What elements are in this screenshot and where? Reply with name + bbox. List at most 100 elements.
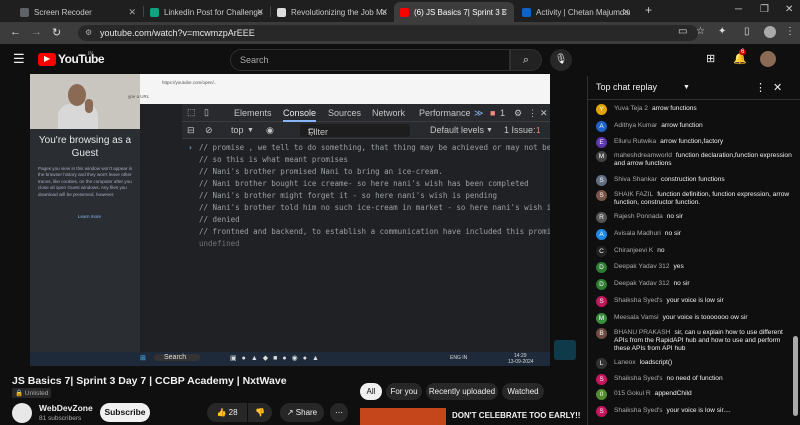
devtools-tab-performance[interactable]: Performance: [419, 104, 471, 122]
chat-author[interactable]: Deepak Yadav 312: [614, 263, 669, 270]
more-menu-icon[interactable]: ⋮: [785, 26, 795, 37]
share-button[interactable]: ↗ Share: [280, 403, 324, 422]
issues-button[interactable]: 1 Issue:: [504, 122, 536, 139]
devtools-tab-network[interactable]: Network: [372, 104, 405, 122]
chat-avatar[interactable]: E: [596, 137, 607, 148]
chat-author[interactable]: Elluru Rutwika: [614, 138, 656, 145]
close-icon[interactable]: ✕: [380, 7, 388, 18]
channel-name[interactable]: WebDevZone: [39, 403, 93, 413]
chat-author[interactable]: Adithya Kumar: [614, 122, 657, 129]
browser-tab[interactable]: Screen Recoder ✕: [14, 2, 142, 22]
chat-more-icon[interactable]: ⋮: [755, 81, 766, 94]
chat-author[interactable]: Laneox: [614, 359, 636, 366]
devtools-tab-elements[interactable]: Elements: [234, 104, 272, 122]
chat-avatar[interactable]: M: [596, 313, 607, 324]
browser-tab[interactable]: LinkedIn Post for Challenge ✕: [144, 2, 270, 22]
video-player[interactable]: You're browsing as a Guest Pages you vie…: [30, 74, 550, 366]
chat-mode-dropdown[interactable]: Top chat replay: [596, 82, 657, 92]
window-close-icon[interactable]: ✕: [785, 4, 793, 15]
chat-avatar[interactable]: S: [596, 374, 607, 385]
chat-avatar[interactable]: D: [596, 279, 607, 290]
hamburger-menu-icon[interactable]: ☰: [13, 51, 25, 67]
chat-avatar[interactable]: A: [596, 121, 607, 132]
chat-avatar[interactable]: S: [596, 190, 607, 201]
browser-tab-active[interactable]: (6) JS Basics 7| Sprint 3 Day ✕: [394, 2, 514, 22]
chat-author[interactable]: BHANU PRAKASH: [614, 329, 670, 336]
chat-avatar[interactable]: R: [596, 212, 607, 223]
chat-avatar[interactable]: Y: [596, 104, 607, 115]
extensions-icon[interactable]: ✦: [718, 26, 726, 37]
chat-author[interactable]: Rajesh Ponnada: [614, 213, 663, 220]
more-tabs-icon[interactable]: ≫: [474, 104, 483, 122]
recommended-thumbnail[interactable]: [360, 408, 446, 425]
eye-icon[interactable]: ◉: [266, 122, 274, 139]
chip-watched[interactable]: Watched: [502, 383, 544, 400]
chat-author[interactable]: Meesala Vamsi: [614, 314, 659, 321]
chat-avatar[interactable]: A: [596, 229, 607, 240]
learn-more-link[interactable]: Learn more: [78, 214, 101, 219]
sidebar-icon[interactable]: ▯: [744, 26, 750, 37]
minimize-icon[interactable]: ─: [735, 4, 742, 15]
chat-author[interactable]: Yuva Teja 2: [614, 105, 648, 112]
picture-in-picture-icon[interactable]: [554, 340, 576, 360]
chip-all[interactable]: All: [360, 383, 382, 400]
browser-tab[interactable]: Revolutionizing the Job Market ✕: [271, 2, 394, 22]
log-levels-dropdown[interactable]: Default levels: [430, 122, 484, 139]
channel-avatar[interactable]: [12, 403, 32, 423]
close-icon[interactable]: ✕: [622, 7, 630, 18]
forward-icon[interactable]: →: [31, 26, 42, 38]
sidebar-toggle-icon[interactable]: ⊟: [187, 122, 195, 139]
chat-avatar[interactable]: D: [596, 262, 607, 273]
chip-recently-uploaded[interactable]: Recently uploaded: [426, 383, 498, 400]
profile-avatar[interactable]: [764, 26, 776, 38]
chat-author[interactable]: SHAIK FAZIL: [614, 191, 653, 198]
chat-avatar[interactable]: L: [596, 358, 607, 369]
chat-close-icon[interactable]: ✕: [773, 81, 782, 94]
inspect-element-icon[interactable]: ⬚: [187, 107, 196, 118]
close-icon[interactable]: ✕: [128, 7, 136, 18]
subscribe-button[interactable]: Subscribe: [100, 403, 150, 422]
search-input[interactable]: Search: [230, 49, 510, 71]
cast-icon[interactable]: ▭: [678, 26, 687, 37]
close-icon[interactable]: ✕: [500, 7, 508, 18]
chat-author[interactable]: Chiranjeevi K: [614, 247, 653, 254]
chat-author[interactable]: Shaiksha Syed's: [614, 407, 663, 414]
chat-avatar[interactable]: S: [596, 175, 607, 186]
chat-avatar[interactable]: 0: [596, 389, 607, 400]
chat-author[interactable]: 015 Gokul R: [614, 390, 651, 397]
devtools-close-icon[interactable]: ✕: [540, 104, 548, 122]
youtube-logo-icon[interactable]: ▶: [38, 53, 56, 66]
reload-icon[interactable]: ↻: [52, 26, 61, 39]
user-avatar[interactable]: [760, 51, 776, 67]
like-button[interactable]: 👍 28: [207, 403, 247, 422]
context-selector[interactable]: top: [231, 122, 244, 139]
filter-input[interactable]: ▽ Filter: [300, 124, 410, 137]
more-actions-button[interactable]: ⋯: [330, 403, 348, 422]
back-icon[interactable]: ←: [10, 26, 21, 38]
chat-avatar[interactable]: S: [596, 296, 607, 307]
chat-author[interactable]: Deepak Yadav 312: [614, 280, 669, 287]
chat-author[interactable]: maheshdreamworld: [614, 152, 672, 159]
chat-avatar[interactable]: S: [596, 406, 607, 417]
new-tab-icon[interactable]: +: [645, 3, 652, 17]
chip-for-you[interactable]: For you: [386, 383, 422, 400]
devtools-tab-console[interactable]: Console: [283, 104, 317, 122]
address-bar[interactable]: ⚙ youtube.com/watch?v=mcwmzpArEEE: [78, 25, 698, 41]
chat-scrollbar[interactable]: [793, 336, 798, 416]
bookmark-star-icon[interactable]: ☆: [696, 26, 705, 37]
browser-tab[interactable]: Activity | Chetan Majumdar | Lin ✕: [516, 2, 636, 22]
site-info-icon[interactable]: ⚙: [85, 25, 92, 41]
settings-gear-icon[interactable]: ⚙: [514, 104, 522, 122]
clear-console-icon[interactable]: ⊘: [205, 122, 213, 139]
recommended-title[interactable]: DON'T CELEBRATE TOO EARLY!!: [452, 411, 580, 420]
chat-author[interactable]: Avisala Madhuri: [614, 230, 661, 237]
create-video-icon[interactable]: ⊞: [706, 52, 715, 65]
maximize-icon[interactable]: ❐: [760, 4, 769, 15]
devtools-tab-sources[interactable]: Sources: [328, 104, 361, 122]
console-output[interactable]: › // promise , we tell to do something, …: [182, 139, 550, 359]
chat-author[interactable]: Shaiksha Syed's: [614, 297, 663, 304]
search-button[interactable]: ⌕: [510, 49, 542, 71]
close-icon[interactable]: ✕: [256, 7, 264, 18]
devtools-more-icon[interactable]: ⋮: [528, 104, 537, 122]
device-toolbar-icon[interactable]: ▯: [204, 107, 209, 118]
